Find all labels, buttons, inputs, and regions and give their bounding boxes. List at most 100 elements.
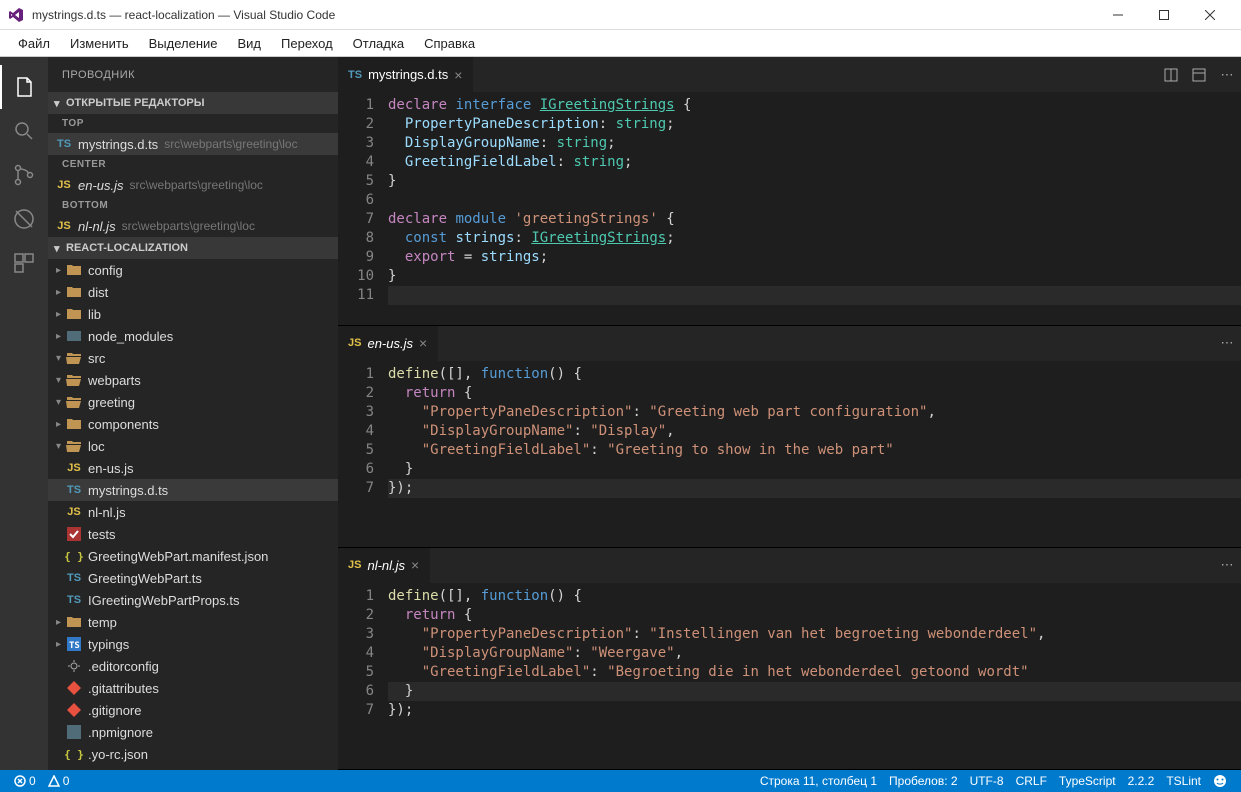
- file-name: .gitignore: [88, 703, 141, 718]
- code-line[interactable]: "PropertyPaneDescription": "Instellingen…: [388, 625, 1241, 644]
- project-header[interactable]: ▾REACT-LOCALIZATION: [48, 237, 338, 259]
- menu-выделение[interactable]: Выделение: [139, 32, 228, 55]
- code-line[interactable]: return {: [388, 606, 1241, 625]
- open-editor-item[interactable]: JSen-us.jssrc\webparts\greeting\loc: [48, 174, 338, 196]
- tree-item[interactable]: ▸TStypings: [48, 633, 338, 655]
- tree-item[interactable]: TSIGreetingWebPartProps.ts: [48, 589, 338, 611]
- tree-item[interactable]: ▸lib: [48, 303, 338, 325]
- tree-item[interactable]: TSmystrings.d.ts: [48, 479, 338, 501]
- code-line[interactable]: PropertyPaneDescription: string;: [388, 115, 1241, 134]
- code-line[interactable]: }: [388, 460, 1241, 479]
- tree-item[interactable]: { }.yo-rc.json: [48, 743, 338, 765]
- status-lang[interactable]: TypeScript: [1053, 774, 1122, 788]
- tree-item[interactable]: ▸config: [48, 259, 338, 281]
- code-line[interactable]: return {: [388, 384, 1241, 403]
- code-line[interactable]: DisplayGroupName: string;: [388, 134, 1241, 153]
- code-line[interactable]: });: [388, 701, 1241, 720]
- tree-item[interactable]: ▸node_modules: [48, 325, 338, 347]
- tree-item[interactable]: { }GreetingWebPart.manifest.json: [48, 545, 338, 567]
- close-button[interactable]: [1187, 0, 1233, 30]
- code-line[interactable]: }: [388, 682, 1241, 701]
- code-line[interactable]: define([], function() {: [388, 365, 1241, 384]
- code-mid[interactable]: 1234567define([], function() { return { …: [338, 361, 1241, 547]
- tree-item[interactable]: JSnl-nl.js: [48, 501, 338, 523]
- status-encoding[interactable]: UTF-8: [964, 774, 1010, 788]
- file-name: typings: [88, 637, 129, 652]
- code-line[interactable]: GreetingFieldLabel: string;: [388, 153, 1241, 172]
- code-line[interactable]: [388, 286, 1241, 305]
- close-icon[interactable]: ×: [454, 67, 462, 83]
- tree-item[interactable]: .npmignore: [48, 721, 338, 743]
- editor-tab[interactable]: TSmystrings.d.ts×: [338, 57, 473, 92]
- more-icon[interactable]: ⋯: [1213, 326, 1241, 361]
- code-bot[interactable]: 1234567define([], function() { return { …: [338, 583, 1241, 769]
- tree-item[interactable]: ▾loc: [48, 435, 338, 457]
- tree-item[interactable]: JSen-us.js: [48, 457, 338, 479]
- more-icon[interactable]: ⋯: [1213, 548, 1241, 583]
- editor-tab[interactable]: JSen-us.js×: [338, 326, 438, 361]
- close-icon[interactable]: ×: [411, 557, 419, 573]
- code-line[interactable]: "GreetingFieldLabel": "Greeting to show …: [388, 441, 1241, 460]
- minimize-button[interactable]: [1095, 0, 1141, 30]
- split-icon[interactable]: [1157, 57, 1185, 92]
- menubar: ФайлИзменитьВыделениеВидПереходОтладкаСп…: [0, 30, 1241, 57]
- tree-item[interactable]: .editorconfig: [48, 655, 338, 677]
- scm-icon[interactable]: [0, 153, 48, 197]
- file-icon: JS: [66, 504, 82, 520]
- menu-файл[interactable]: Файл: [8, 32, 60, 55]
- file-path: src\webparts\greeting\loc: [122, 219, 255, 233]
- file-path: src\webparts\greeting\loc: [164, 137, 297, 151]
- menu-справка[interactable]: Справка: [414, 32, 485, 55]
- open-editor-item[interactable]: TSmystrings.d.tssrc\webparts\greeting\lo…: [48, 133, 338, 155]
- status-eol[interactable]: CRLF: [1010, 774, 1053, 788]
- tree-item[interactable]: ▸dist: [48, 281, 338, 303]
- menu-вид[interactable]: Вид: [228, 32, 272, 55]
- file-icon: [66, 658, 82, 674]
- code-line[interactable]: }: [388, 267, 1241, 286]
- code-line[interactable]: declare interface IGreetingStrings {: [388, 96, 1241, 115]
- more-icon[interactable]: ⋯: [1213, 57, 1241, 92]
- code-line[interactable]: declare module 'greetingStrings' {: [388, 210, 1241, 229]
- editor-tab[interactable]: JSnl-nl.js×: [338, 548, 430, 583]
- extensions-icon[interactable]: [0, 241, 48, 285]
- tree-item[interactable]: TSGreetingWebPart.ts: [48, 567, 338, 589]
- layout-icon[interactable]: [1185, 57, 1213, 92]
- code-line[interactable]: export = strings;: [388, 248, 1241, 267]
- code-line[interactable]: "GreetingFieldLabel": "Begroeting die in…: [388, 663, 1241, 682]
- code-line[interactable]: "DisplayGroupName": "Display",: [388, 422, 1241, 441]
- tree-item[interactable]: ▸temp: [48, 611, 338, 633]
- maximize-button[interactable]: [1141, 0, 1187, 30]
- status-lint[interactable]: TSLint: [1160, 774, 1207, 788]
- tree-item[interactable]: ▾src: [48, 347, 338, 369]
- status-warnings[interactable]: 0: [42, 774, 76, 788]
- tree-item[interactable]: ▾webparts: [48, 369, 338, 391]
- tree-item[interactable]: ▸components: [48, 413, 338, 435]
- status-spaces[interactable]: Пробелов: 2: [883, 774, 964, 788]
- open-editors-header[interactable]: ▾ОТКРЫТЫЕ РЕДАКТОРЫ: [48, 92, 338, 114]
- code-top[interactable]: 1234567891011declare interface IGreeting…: [338, 92, 1241, 325]
- status-errors[interactable]: 0: [8, 774, 42, 788]
- explorer-icon[interactable]: [0, 65, 48, 109]
- status-feedback-icon[interactable]: [1207, 774, 1233, 788]
- file-icon: [66, 262, 82, 278]
- code-line[interactable]: define([], function() {: [388, 587, 1241, 606]
- menu-изменить[interactable]: Изменить: [60, 32, 139, 55]
- code-line[interactable]: "DisplayGroupName": "Weergave",: [388, 644, 1241, 663]
- status-cursor[interactable]: Строка 11, столбец 1: [754, 774, 883, 788]
- tree-item[interactable]: .gitignore: [48, 699, 338, 721]
- code-line[interactable]: [388, 191, 1241, 210]
- code-line[interactable]: }: [388, 172, 1241, 191]
- tree-item[interactable]: ▾greeting: [48, 391, 338, 413]
- menu-отладка[interactable]: Отладка: [343, 32, 414, 55]
- debug-icon[interactable]: [0, 197, 48, 241]
- close-icon[interactable]: ×: [419, 335, 427, 351]
- code-line[interactable]: const strings: IGreetingStrings;: [388, 229, 1241, 248]
- open-editor-item[interactable]: JSnl-nl.jssrc\webparts\greeting\loc: [48, 215, 338, 237]
- code-line[interactable]: });: [388, 479, 1241, 498]
- tree-item[interactable]: tests: [48, 523, 338, 545]
- search-icon[interactable]: [0, 109, 48, 153]
- tree-item[interactable]: .gitattributes: [48, 677, 338, 699]
- code-line[interactable]: "PropertyPaneDescription": "Greeting web…: [388, 403, 1241, 422]
- menu-переход[interactable]: Переход: [271, 32, 343, 55]
- status-ver[interactable]: 2.2.2: [1122, 774, 1161, 788]
